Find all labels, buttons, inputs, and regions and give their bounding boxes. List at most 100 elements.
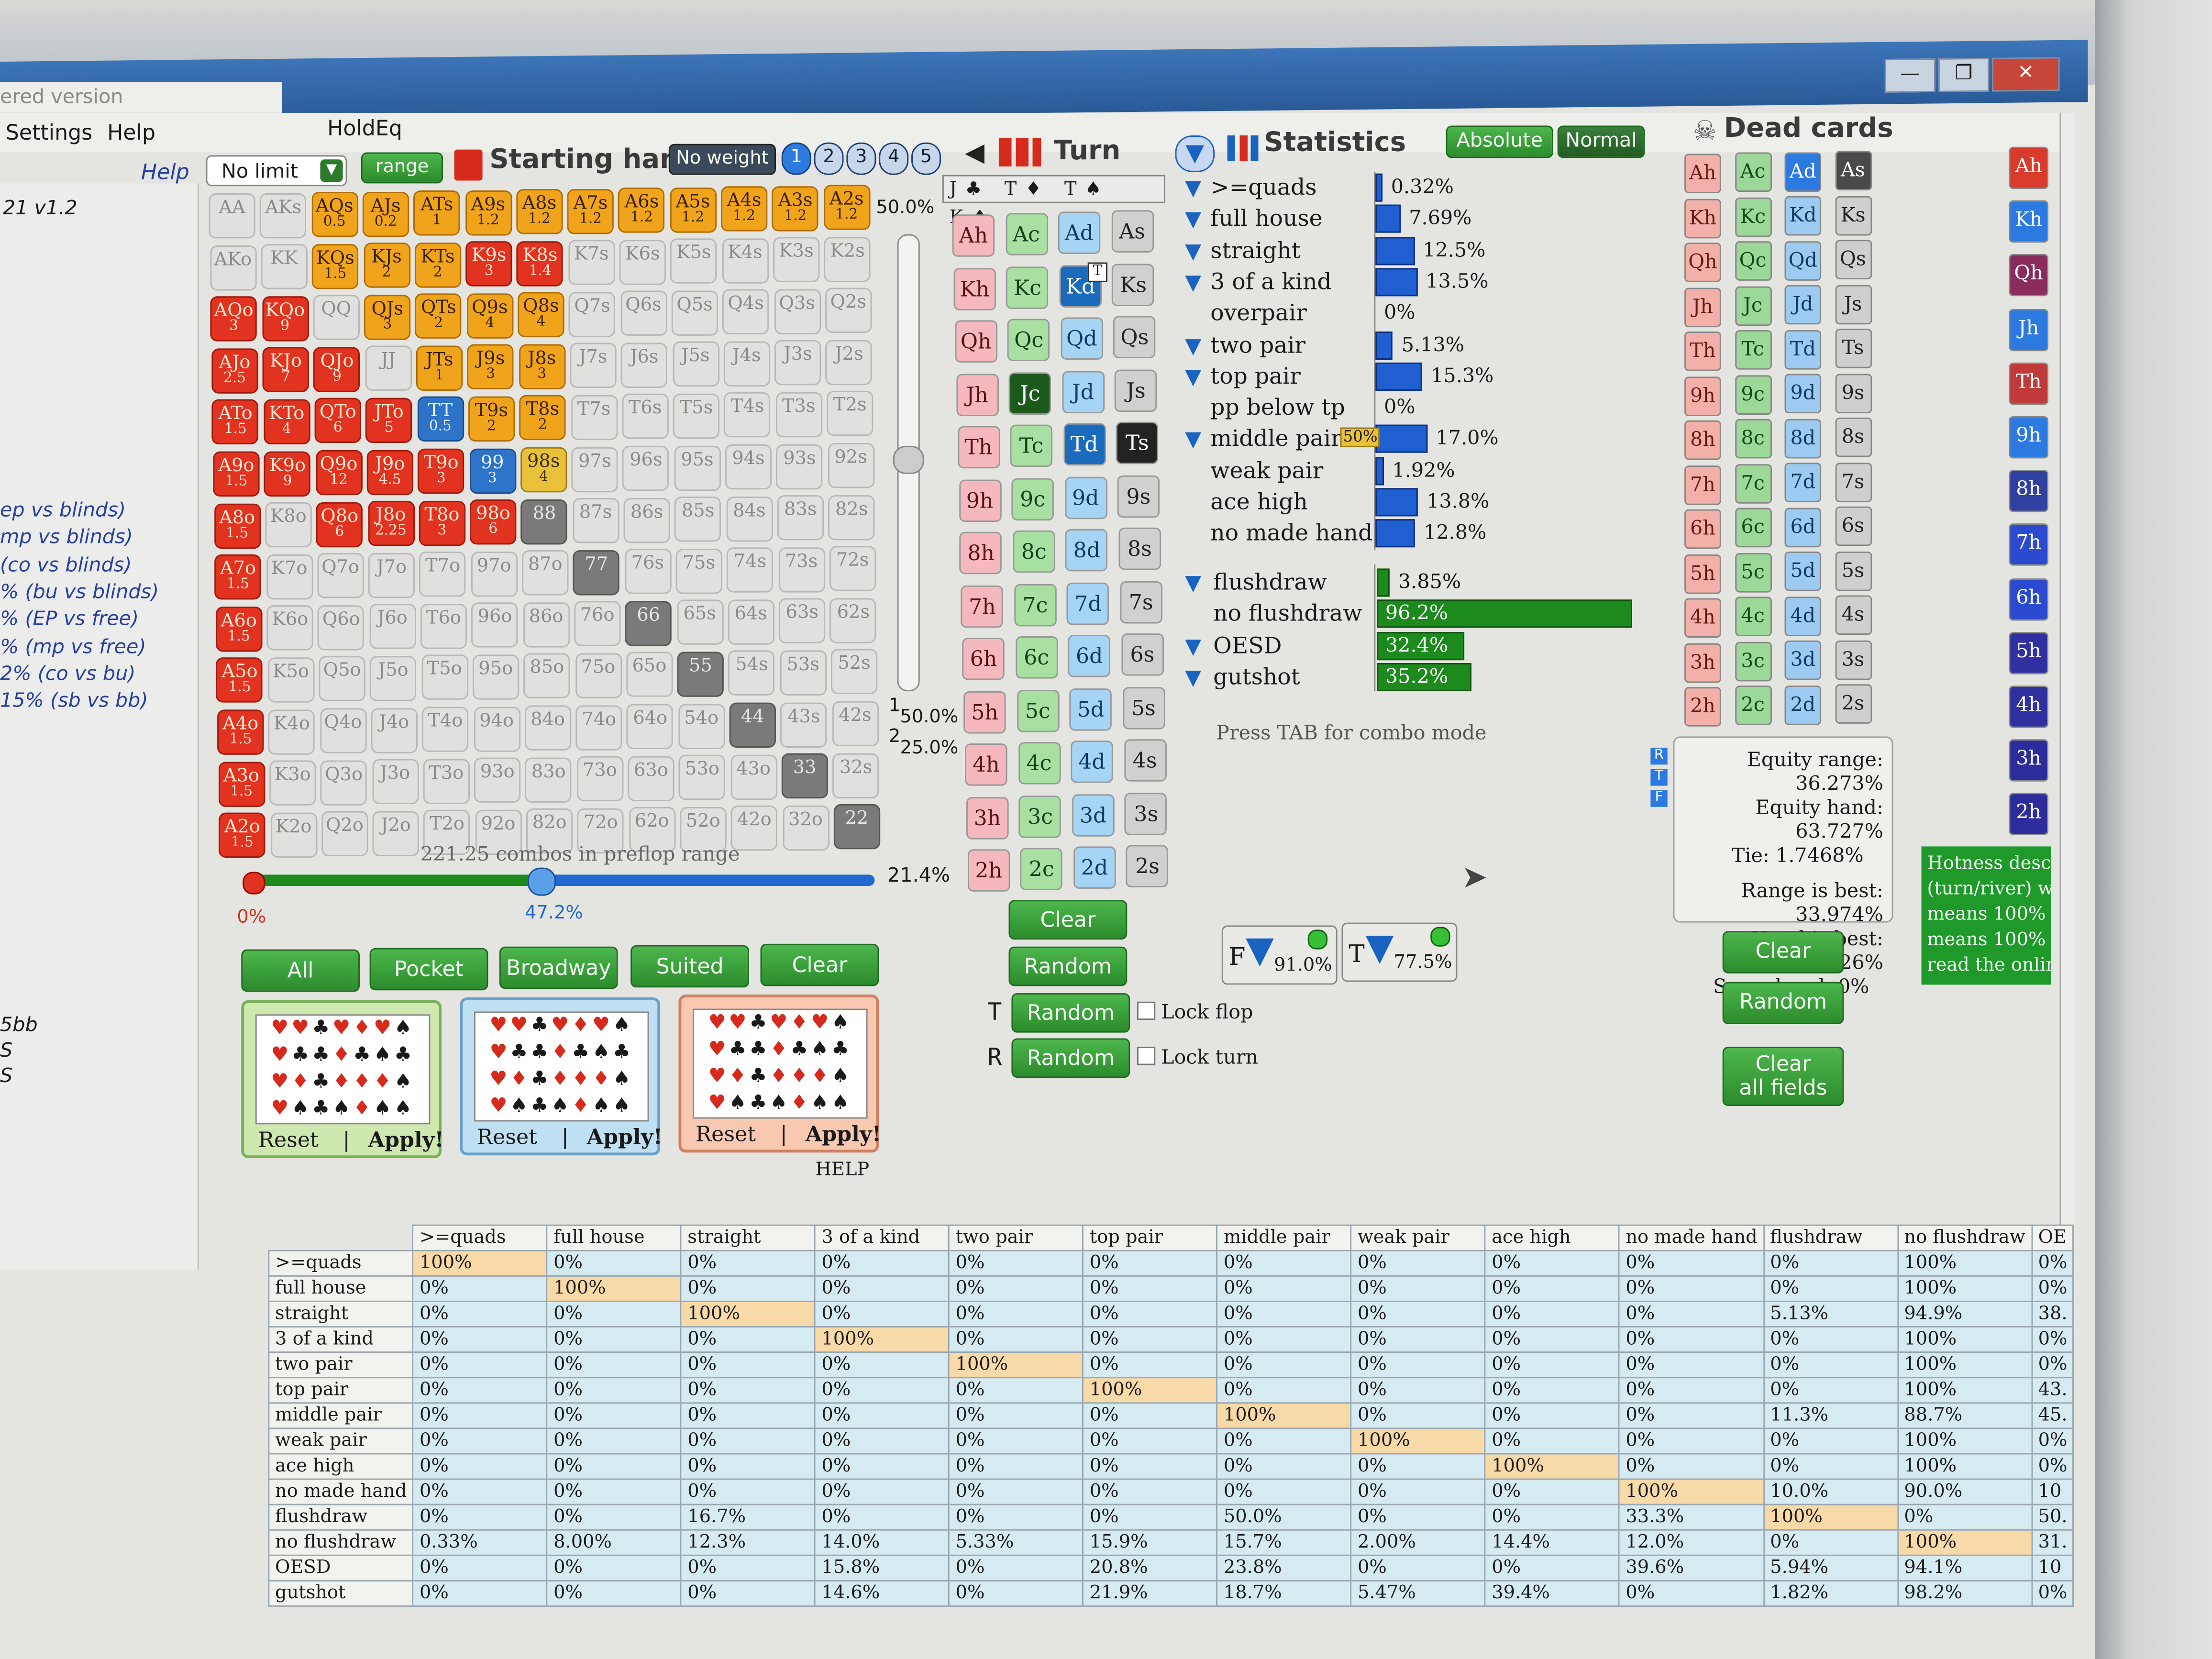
hand-cell[interactable]: 95o [472, 654, 519, 700]
stat-filter-icon[interactable]: ▼ [1185, 333, 1205, 356]
hand-cell[interactable]: J3s [774, 340, 821, 386]
hand-cell[interactable]: 42s [831, 701, 879, 747]
hand-cell[interactable]: JTo 5 [365, 398, 412, 443]
hand-cell[interactable]: J7o [368, 553, 415, 598]
equity-random-button[interactable]: Random [1722, 982, 1844, 1024]
board-card[interactable]: Ad [1058, 211, 1101, 254]
hand-cell[interactable]: A9o 1.5 [213, 451, 260, 497]
rtf-marker[interactable]: F [1650, 790, 1668, 807]
hand-cell[interactable]: 85o [523, 653, 570, 699]
preset-item[interactable]: (co vs blinds) [0, 554, 132, 576]
hand-cell[interactable]: QJs 3 [364, 294, 411, 340]
hand-cell[interactable]: K5o [267, 657, 314, 703]
dead-card[interactable]: 3s [1835, 640, 1871, 680]
board-card[interactable]: Kc [1006, 265, 1049, 309]
board-card[interactable]: 6h [962, 637, 1005, 680]
hand-cell[interactable]: ATo 1.5 [212, 399, 259, 445]
dead-card[interactable]: 5h [1684, 553, 1721, 594]
hand-cell[interactable]: 32o [782, 805, 829, 851]
board-card[interactable]: 7d [1067, 582, 1109, 624]
hand-cell[interactable]: Q9o 12 [315, 450, 362, 496]
board-card[interactable]: 2c [1020, 848, 1063, 890]
hand-cell[interactable]: 63s [779, 598, 826, 644]
preset-item[interactable]: mp vs blinds) [0, 527, 133, 549]
suit-reset-button[interactable]: Reset [696, 1121, 756, 1147]
dead-card[interactable]: 8d [1784, 419, 1822, 458]
dead-card[interactable]: Td [1784, 330, 1822, 370]
hand-cell[interactable]: 55 [677, 652, 724, 697]
stat-filter-icon[interactable]: ▼ [1185, 428, 1205, 451]
dead-card[interactable]: 3c [1734, 641, 1771, 682]
board-card[interactable]: 8d [1065, 529, 1108, 572]
hand-cell[interactable]: J2o [372, 810, 420, 856]
dead-card[interactable]: Ks [1835, 195, 1871, 235]
dead-card[interactable]: Qc [1734, 242, 1771, 282]
dead-card[interactable]: Js [1835, 284, 1871, 324]
hand-cell[interactable]: A5o 1.5 [216, 658, 263, 703]
dead-card[interactable]: Jh [1684, 287, 1721, 327]
board-card[interactable]: Jc [1009, 372, 1051, 414]
dead-card[interactable]: 8s [1835, 418, 1871, 458]
board-card[interactable]: 9c [1011, 477, 1054, 520]
hand-cell[interactable]: 74s [727, 547, 774, 593]
hand-cell[interactable]: Q6s [620, 291, 667, 336]
side-card[interactable]: 3h [2009, 739, 2048, 782]
board-card[interactable]: 7s [1119, 580, 1162, 623]
hand-cell[interactable]: A7s 1.2 [567, 188, 614, 234]
hand-cell[interactable]: J4s [723, 341, 770, 387]
hand-cell[interactable]: K3o [269, 760, 316, 806]
hand-cell[interactable]: 92s [827, 442, 874, 488]
dead-card[interactable]: 4h [1684, 598, 1721, 638]
hand-cell[interactable]: 83o [525, 757, 572, 802]
hand-cell[interactable]: A3s 1.2 [772, 185, 819, 231]
hand-cell[interactable]: A2o 1.5 [219, 813, 265, 858]
hand-cell[interactable]: J4o [371, 707, 418, 753]
board-card[interactable]: Ah [952, 214, 995, 257]
dead-card[interactable]: Jd [1784, 285, 1822, 325]
board-card[interactable]: 4d [1071, 741, 1113, 783]
board-card[interactable]: 8c [1013, 530, 1055, 573]
dead-card[interactable]: Qd [1784, 241, 1822, 281]
dead-card[interactable]: 5s [1835, 551, 1871, 591]
hand-cell[interactable]: 98s 4 [520, 447, 567, 493]
dead-card[interactable]: 2s [1835, 684, 1871, 724]
hand-cell[interactable]: Q9s 4 [466, 293, 513, 338]
dead-card[interactable]: Th [1684, 332, 1721, 371]
hand-cell[interactable]: Q6o [318, 605, 365, 650]
hand-cell[interactable]: A6s 1.2 [618, 188, 665, 233]
hand-cell[interactable]: A8o 1.5 [214, 503, 261, 548]
hand-cell[interactable]: 84s [726, 496, 773, 542]
hand-cell[interactable]: 93s [776, 443, 823, 489]
dead-card[interactable]: 6d [1784, 508, 1822, 547]
hand-cell[interactable]: T6s [621, 394, 669, 440]
hand-cell[interactable]: T5s [673, 393, 720, 439]
hand-cell[interactable]: 75s [675, 548, 722, 594]
side-card[interactable]: 6h [2009, 577, 2048, 620]
hand-cell[interactable]: A3o 1.5 [218, 761, 265, 807]
side-card[interactable]: Kh [2009, 200, 2048, 243]
hand-cell[interactable]: T7o [420, 552, 466, 597]
suit-reset-button[interactable]: Reset [258, 1127, 319, 1152]
hand-cell[interactable]: 32s [832, 752, 879, 798]
board-card[interactable]: 5c [1017, 689, 1059, 732]
board-card[interactable]: 9h [958, 479, 1001, 521]
board-card[interactable]: Tc [1010, 424, 1053, 467]
filter-icon[interactable]: ▼ [1175, 135, 1215, 172]
hand-cell[interactable]: A5s 1.2 [669, 187, 717, 232]
hand-cell[interactable]: 98o 6 [470, 499, 517, 545]
hand-cell[interactable]: TT 0.5 [417, 397, 464, 442]
board-card[interactable]: Ts [1116, 421, 1159, 465]
hand-cell[interactable]: 22 [833, 804, 880, 850]
stat-filter-icon[interactable]: ▼ [1185, 271, 1205, 293]
board-card[interactable]: 6s [1121, 633, 1164, 676]
hand-cell[interactable]: J5s [672, 342, 719, 387]
preset-item[interactable]: % (EP vs free) [0, 608, 139, 631]
hand-cell[interactable]: K3s [773, 237, 820, 283]
side-card[interactable]: Jh [2009, 308, 2048, 351]
flop-filter-box[interactable]: F ▼ 91.0% [1221, 925, 1338, 985]
hand-cell[interactable]: K2s [824, 236, 871, 282]
board-card[interactable]: 9s [1117, 475, 1160, 517]
dead-card[interactable]: Ad [1784, 152, 1822, 192]
board-card[interactable]: 3s [1125, 792, 1167, 835]
dead-card[interactable]: As [1835, 151, 1871, 191]
